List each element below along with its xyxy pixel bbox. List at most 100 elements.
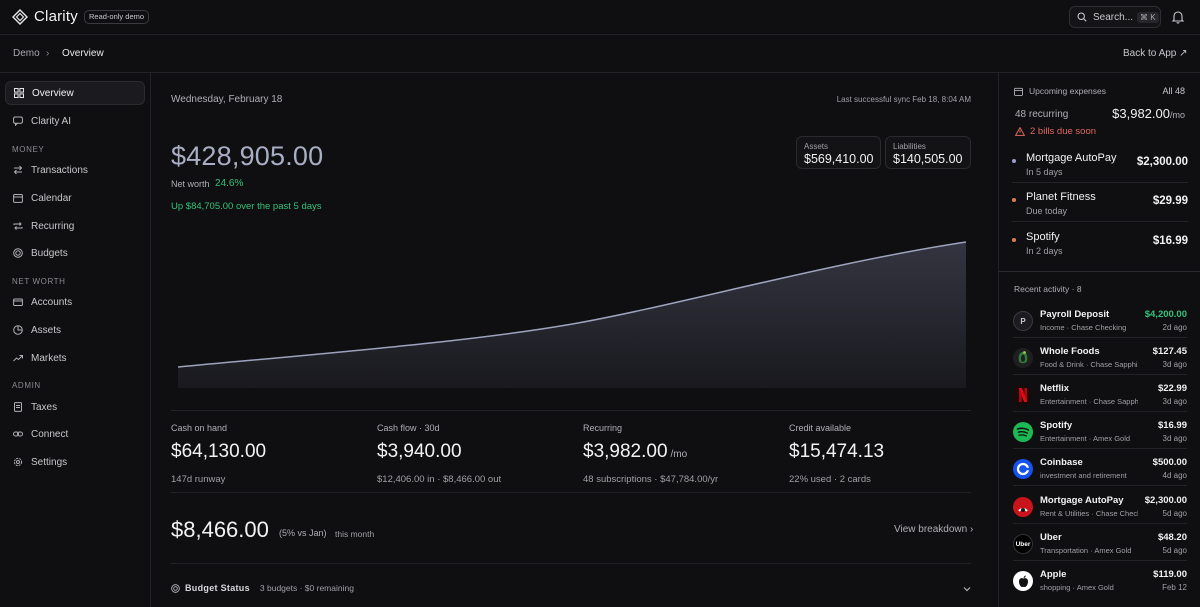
activity-name: Netflix bbox=[1040, 383, 1070, 394]
budget-status-title: Budget Status bbox=[185, 583, 250, 593]
divider bbox=[1013, 411, 1187, 412]
stat-cash-flow[interactable]: Cash flow · 30d $3,940.00 $12,406.00 in … bbox=[377, 423, 501, 485]
back-to-app-link[interactable]: Back to App ↗ bbox=[1123, 48, 1188, 59]
sidebar-item-markets[interactable]: Markets bbox=[5, 346, 145, 370]
upcoming-total: $3,982.00/mo bbox=[1112, 106, 1185, 121]
assets-card[interactable]: Assets $569,410.00 bbox=[796, 136, 881, 169]
app-name[interactable]: Clarity bbox=[34, 8, 78, 25]
sidebar-item-recurring[interactable]: Recurring bbox=[5, 214, 145, 238]
assets-label: Assets bbox=[804, 142, 829, 151]
activity-amount: $119.00 bbox=[1153, 569, 1187, 580]
sidebar-item-settings[interactable]: Settings bbox=[5, 450, 145, 474]
stat-credit-available[interactable]: Credit available $15,474.13 22% used · 2… bbox=[789, 423, 884, 485]
spotify-logo-icon bbox=[1013, 422, 1033, 442]
bell-icon[interactable] bbox=[1171, 10, 1185, 24]
upcoming-total-value: $3,982.00 bbox=[1112, 106, 1170, 121]
stat-label: Cash flow · 30d bbox=[377, 423, 440, 433]
sidebar-item-label: Transactions bbox=[31, 164, 88, 176]
upcoming-total-unit: /mo bbox=[1169, 110, 1185, 120]
upcoming-recurring-count: 48 recurring bbox=[1015, 109, 1069, 120]
sidebar: Overview Clarity AI MONEY Transactions C… bbox=[0, 73, 151, 607]
activity-amount: $127.45 bbox=[1152, 346, 1187, 357]
search-icon bbox=[1077, 12, 1087, 22]
stat-value-text: $64,130.00 bbox=[171, 441, 267, 462]
netflix-logo-icon bbox=[1013, 385, 1033, 405]
search-label: Search... bbox=[1093, 11, 1134, 23]
sidebar-item-label: Accounts bbox=[31, 296, 73, 308]
activity-time: 4d ago bbox=[1162, 471, 1187, 480]
bank-logo-icon bbox=[1013, 497, 1033, 517]
target-icon bbox=[171, 583, 180, 593]
activity-category: Food & Drink · Chase Sapphire bbox=[1040, 360, 1138, 369]
stat-cash-on-hand[interactable]: Cash on hand $64,130.00 147d runway bbox=[171, 423, 266, 485]
uber-logo-icon: Uber bbox=[1013, 534, 1033, 554]
avatar: P bbox=[1013, 311, 1033, 331]
status-dot bbox=[1012, 238, 1016, 242]
chat-icon bbox=[13, 116, 23, 126]
breadcrumb-overview: Overview bbox=[62, 48, 104, 59]
arrows-icon bbox=[13, 165, 23, 175]
activity-time: 5d ago bbox=[1162, 546, 1187, 555]
activity-name: Apple bbox=[1040, 569, 1067, 580]
upcoming-item[interactable]: Spotify In 2 days $16.99 bbox=[1012, 228, 1188, 266]
activity-amount: $2,300.00 bbox=[1144, 495, 1187, 506]
stat-value: $3,982.00/mo bbox=[583, 441, 718, 463]
activity-row[interactable]: Apple shopping · Amex Gold $119.00 Feb 1… bbox=[1013, 567, 1187, 603]
wallet-icon bbox=[13, 297, 23, 307]
upcoming-title: Upcoming expenses bbox=[1029, 86, 1107, 96]
stat-label: Credit available bbox=[789, 423, 852, 433]
upcoming-item-due: In 5 days bbox=[1026, 167, 1063, 177]
pie-icon bbox=[13, 325, 23, 335]
activity-time: 3d ago bbox=[1162, 360, 1187, 369]
grid-icon bbox=[14, 88, 24, 98]
stat-value: $3,940.00 bbox=[377, 441, 501, 463]
stat-sub: 22% used · 2 cards bbox=[789, 474, 871, 485]
breadcrumb-demo[interactable]: Demo bbox=[13, 48, 40, 59]
gear-icon bbox=[13, 457, 23, 467]
activity-time: 3d ago bbox=[1162, 434, 1187, 443]
divider bbox=[1013, 485, 1187, 486]
search-button[interactable]: Search... ⌘ K bbox=[1069, 6, 1161, 28]
stat-sub: 48 subscriptions · $47,784.00/yr bbox=[583, 474, 719, 485]
activity-amount: $500.00 bbox=[1152, 457, 1187, 468]
budget-status-toggle[interactable]: Budget Status 3 budgets · $0 remaining bbox=[171, 583, 354, 593]
activity-name: Spotify bbox=[1040, 420, 1073, 431]
section-label-net-worth: NET WORTH bbox=[12, 277, 66, 286]
sidebar-item-calendar[interactable]: Calendar bbox=[5, 186, 145, 210]
repeat-icon bbox=[13, 221, 23, 231]
stat-label: Recurring bbox=[583, 423, 623, 433]
sidebar-item-budgets[interactable]: Budgets bbox=[5, 241, 145, 265]
sidebar-item-label: Clarity AI bbox=[31, 115, 72, 127]
upcoming-item-name: Planet Fitness bbox=[1026, 191, 1096, 203]
sidebar-item-transactions[interactable]: Transactions bbox=[5, 158, 145, 182]
divider bbox=[1013, 337, 1187, 338]
sidebar-item-connect[interactable]: Connect bbox=[5, 422, 145, 446]
net-worth-label: Net worth bbox=[171, 179, 210, 189]
sidebar-item-clarity-ai[interactable]: Clarity AI bbox=[5, 109, 145, 133]
logo-icon bbox=[12, 9, 28, 25]
activity-time: 3d ago bbox=[1162, 397, 1187, 406]
activity-name: Whole Foods bbox=[1040, 346, 1100, 357]
target-icon bbox=[13, 248, 23, 258]
stat-recurring[interactable]: Recurring $3,982.00/mo 48 subscriptions … bbox=[583, 423, 718, 485]
sidebar-item-overview[interactable]: Overview bbox=[5, 81, 145, 105]
net-worth-chart bbox=[178, 241, 966, 388]
view-breakdown-link[interactable]: View breakdown › bbox=[894, 524, 973, 535]
sidebar-item-assets[interactable]: Assets bbox=[5, 318, 145, 342]
calendar-icon bbox=[1014, 87, 1023, 96]
divider bbox=[1012, 221, 1188, 222]
apple-logo-icon bbox=[1013, 571, 1033, 591]
trend-icon bbox=[13, 353, 23, 363]
net-worth-value: $428,905.00 bbox=[171, 141, 324, 171]
bills-warning-text: 2 bills due soon bbox=[1030, 126, 1097, 137]
liabilities-card[interactable]: Liabilities $140,505.00 bbox=[885, 136, 971, 169]
chevron-down-icon[interactable] bbox=[962, 584, 972, 594]
upcoming-all-link[interactable]: All 48 bbox=[1162, 86, 1185, 96]
sidebar-item-label: Taxes bbox=[31, 401, 58, 413]
sidebar-item-taxes[interactable]: Taxes bbox=[5, 395, 145, 419]
sidebar-item-label: Markets bbox=[31, 352, 67, 364]
section-label-money: MONEY bbox=[12, 145, 45, 154]
current-date: Wednesday, February 18 bbox=[171, 94, 283, 105]
sidebar-item-accounts[interactable]: Accounts bbox=[5, 290, 145, 314]
activity-time: 2d ago bbox=[1162, 323, 1187, 332]
